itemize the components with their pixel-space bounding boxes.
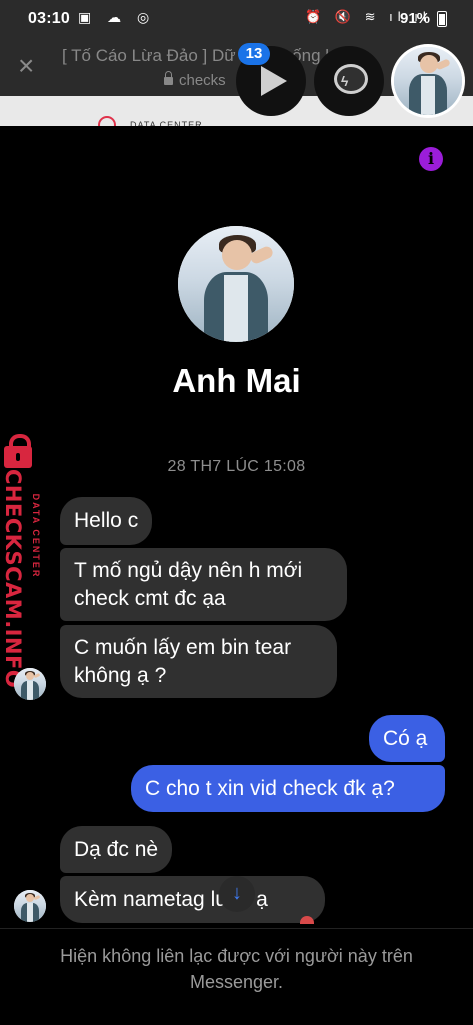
status-time: 03:10 — [28, 10, 70, 27]
contact-chat-head[interactable] — [391, 44, 465, 118]
messenger-bolt-icon: ϟ — [341, 73, 349, 89]
message-sender-avatar — [14, 668, 46, 700]
message-bubble[interactable]: Dạ đc nè — [60, 826, 173, 873]
message-bubble[interactable]: Kèm nametag luôn ạ — [60, 876, 325, 923]
messenger-chat-head[interactable]: ϟ — [314, 46, 384, 116]
unavailable-notice: Hiện không liên lạc được với người này t… — [60, 946, 413, 992]
battery-icon — [437, 11, 447, 27]
notification-badge: 13 — [238, 43, 270, 65]
reaction-icon[interactable] — [300, 916, 314, 924]
message-bubble-outgoing[interactable]: Có ạ — [369, 715, 445, 762]
arrow-down-icon: ↓ — [232, 882, 242, 904]
conversation-timestamp: 28 TH7 LÚC 15:08 — [167, 458, 306, 475]
profile-name: Anh Mai — [172, 362, 301, 399]
url-text: checks — [179, 72, 226, 89]
battery-percent: 91% — [400, 10, 431, 27]
message-bubble[interactable]: T mố ngủ dậy nên h mới check cmt đc ạa — [60, 548, 347, 621]
watermark: DATA CENTER CHECKSCAM.INFO — [0, 434, 52, 689]
notification-icons: ▣ ☁ ◎ — [78, 9, 156, 25]
message-sender-avatar — [14, 890, 46, 922]
close-icon[interactable]: × — [18, 52, 34, 80]
message-bubble-outgoing[interactable]: C cho t xin vid check đk ạ? — [131, 765, 445, 812]
status-bar: 03:10 ▣ ☁ ◎ ⏰ 🔇 ≋ ıl ıl 91% — [0, 0, 473, 36]
message-bubble[interactable]: Hello c — [60, 497, 153, 545]
page-url: checks — [164, 71, 226, 89]
scroll-down-button[interactable]: ↓ — [219, 876, 255, 912]
composer-unavailable-footer: Hiện không liên lạc được với người này t… — [0, 928, 473, 1025]
avatar — [394, 47, 462, 115]
watermark-small-text: DATA CENTER — [31, 493, 41, 579]
message-bubble[interactable]: C muốn lấy em bin tear không ạ ? — [60, 625, 337, 698]
page-title: [ Tố Cáo Lừa Đảo ] Dữ — [62, 46, 236, 65]
messenger-icon — [334, 64, 368, 94]
profile-avatar[interactable] — [178, 226, 294, 342]
info-icon[interactable]: i — [419, 147, 443, 171]
play-icon — [261, 66, 287, 96]
watermark-lock-icon — [4, 434, 32, 468]
watermark-big-text: CHECKSCAM.INFO — [1, 469, 25, 689]
lock-icon — [164, 71, 173, 85]
